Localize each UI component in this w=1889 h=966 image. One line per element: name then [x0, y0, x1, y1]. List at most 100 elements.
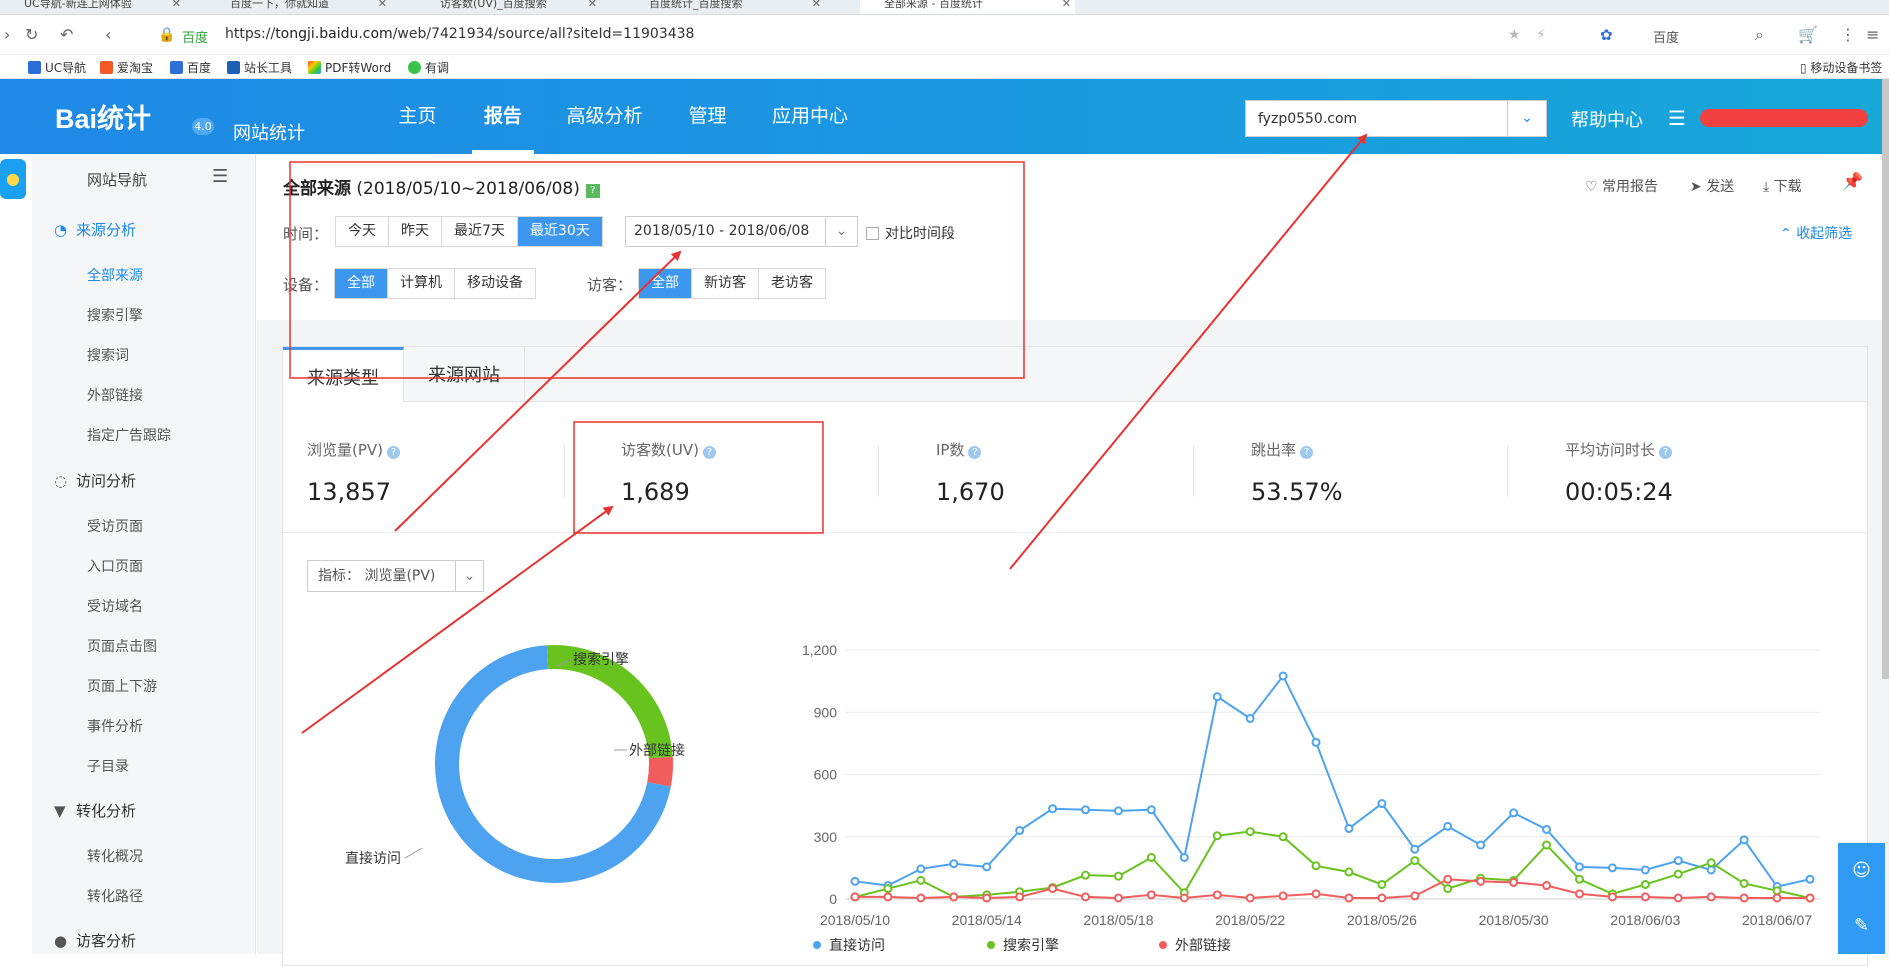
bookmark-mobile[interactable]: ▯ 移动设备书签	[1800, 59, 1882, 76]
close-icon[interactable]: ✕	[1062, 0, 1071, 14]
browser-tab[interactable]: 访客数(UV)_百度搜索 ✕	[416, 0, 601, 14]
data-point	[1278, 671, 1288, 681]
browser-tab-active[interactable]: 全部来源 - 百度统计 ✕	[860, 0, 1075, 14]
data-point	[1542, 881, 1552, 891]
sidebar-item-all-source[interactable]: 全部来源	[87, 265, 143, 285]
sidebar-item-conversion-overview[interactable]: 转化概况	[87, 846, 143, 866]
sidebar-item-search-engine[interactable]: 搜索引擎	[87, 305, 143, 325]
close-icon[interactable]: ✕	[812, 0, 821, 14]
sidebar-collapse-icon[interactable]: ☰	[212, 166, 228, 187]
bulb-icon[interactable]: ●	[0, 159, 26, 199]
section-label: 来源分析	[76, 221, 137, 239]
browser-tab[interactable]: 百度统计_百度搜索 ✕	[625, 0, 825, 14]
cart-icon[interactable]: 🛒	[1798, 25, 1818, 44]
baidu-logo[interactable]: Bai统计	[55, 97, 151, 136]
data-point	[1048, 884, 1058, 894]
site-value: fyzp0550.com	[1258, 111, 1358, 127]
data-point	[1113, 871, 1123, 881]
youdiao-icon	[408, 61, 421, 74]
x-tick-label: 2018/05/14	[952, 912, 1022, 928]
sidebar-item-external-links[interactable]: 外部链接	[87, 385, 143, 405]
data-point	[916, 893, 926, 903]
bookmark-zhanzhang[interactable]: 站长工具	[227, 59, 292, 76]
bookmark-uc[interactable]: UC导航	[28, 59, 86, 76]
data-point	[1113, 893, 1123, 903]
tab-label: UC导航-新连上网体验	[24, 0, 132, 10]
data-point	[1574, 874, 1584, 884]
sidebar-item-clickmap[interactable]: 页面点击图	[87, 636, 157, 656]
chevron-down-icon[interactable]: ⌄	[1507, 101, 1546, 136]
data-point	[1476, 876, 1486, 886]
sidebar-item-conversion-path[interactable]: 转化路径	[87, 886, 143, 906]
data-point	[1607, 892, 1617, 902]
charts-canvas: 搜索引擎外部链接直接访问03006009001,2002018/05/10 201…	[345, 642, 1820, 953]
data-point	[1476, 840, 1486, 850]
undo-icon[interactable]: ↶	[60, 25, 73, 44]
paw-icon[interactable]: ✿	[1600, 26, 1613, 44]
pie-icon: ◔	[54, 221, 68, 239]
nav-home[interactable]: 主页	[385, 79, 450, 154]
star-icon[interactable]: ★	[1508, 27, 1521, 43]
legend-label: 直接访问	[829, 937, 885, 953]
pie-slice	[647, 756, 673, 787]
search-icon[interactable]: ⌕	[1755, 25, 1764, 45]
data-point	[1542, 840, 1552, 850]
data-point	[1410, 891, 1420, 901]
bookmark-youdiao[interactable]: 有调	[408, 59, 449, 76]
bookmark-baidu[interactable]: 百度	[170, 59, 211, 76]
lightning-icon[interactable]: ⚡	[1536, 27, 1546, 43]
sidebar-section-source[interactable]: ◔ 来源分析	[54, 219, 136, 240]
legend-marker	[813, 941, 821, 949]
sidebar-item-events[interactable]: 事件分析	[87, 716, 143, 736]
data-point	[1772, 893, 1782, 903]
list-menu-icon[interactable]: ☰	[1668, 106, 1686, 130]
data-point	[1278, 891, 1288, 901]
nav-app-center[interactable]: 应用中心	[763, 79, 857, 154]
nav-report[interactable]: 报告	[472, 79, 534, 154]
sidebar-item-entry-pages[interactable]: 入口页面	[87, 556, 143, 576]
sidebar-item-domains[interactable]: 受访域名	[87, 596, 143, 616]
close-icon[interactable]: ✕	[172, 0, 181, 14]
sidebar: 网站导航 ☰ ◔ 来源分析 全部来源 搜索引擎 搜索词 外部链接 指定广告跟踪 ◌…	[32, 154, 256, 954]
legend-marker	[987, 941, 995, 949]
data-point	[1640, 892, 1650, 902]
series-line	[855, 878, 1810, 899]
x-tick-label: 2018/05/22	[1215, 912, 1285, 928]
bookmark-label: UC导航	[45, 61, 87, 75]
browser-tab[interactable]: 百度一下，你就知道 ✕	[206, 0, 391, 14]
forward-icon[interactable]: ›	[4, 25, 10, 44]
refresh-icon[interactable]: ↻	[25, 25, 38, 44]
search-engine-label[interactable]: 百度	[1653, 27, 1679, 46]
sidebar-section-visit[interactable]: ◌ 访问分析	[54, 470, 136, 491]
data-point	[1443, 884, 1453, 894]
sidebar-section-conversion[interactable]: ▼ 转化分析	[54, 800, 136, 821]
sidebar-section-visitor[interactable]: ● 访客分析	[54, 930, 136, 951]
nav-advanced[interactable]: 高级分析	[558, 79, 651, 154]
menu-icon[interactable]: ≡	[1866, 25, 1879, 44]
close-icon[interactable]: ✕	[588, 0, 597, 14]
page-scrollbar[interactable]	[1882, 79, 1889, 679]
site-selector[interactable]: fyzp0550.com ⌄	[1245, 100, 1547, 137]
zhanzhang-icon	[227, 61, 240, 74]
edit-icon[interactable]: ✎	[1838, 898, 1885, 953]
close-icon[interactable]: ✕	[378, 0, 387, 14]
back-icon[interactable]: ‹	[105, 25, 111, 44]
more-icon[interactable]: ⋮	[1840, 25, 1856, 44]
sidebar-item-subdirectory[interactable]: 子目录	[87, 756, 129, 776]
data-point	[1015, 892, 1025, 902]
nav-manage[interactable]: 管理	[675, 79, 740, 154]
data-point	[949, 859, 959, 869]
bookmark-pdf[interactable]: PDF转Word	[308, 59, 391, 76]
help-center-link[interactable]: 帮助中心	[1571, 106, 1643, 132]
url-field[interactable]: https://tongji.baidu.com/web/7421934/sou…	[225, 26, 694, 42]
browser-tab[interactable]: UC导航-新连上网体验 ✕	[0, 0, 185, 14]
chat-icon[interactable]: ☺	[1838, 843, 1885, 898]
sidebar-item-search-words[interactable]: 搜索词	[87, 345, 129, 365]
browser-tab-bar: UC导航-新连上网体验 ✕ 百度一下，你就知道 ✕ 访客数(UV)_百度搜索 ✕ 百度…	[0, 0, 1889, 15]
main-content: 全部来源 (2018/05/10~2018/06/08)? ♡ 常用报告 ➤ 发…	[257, 154, 1889, 966]
data-point	[1640, 879, 1650, 889]
sidebar-item-page-flow[interactable]: 页面上下游	[87, 676, 157, 696]
sidebar-item-ad-tracking[interactable]: 指定广告跟踪	[87, 425, 171, 445]
sidebar-item-visited-pages[interactable]: 受访页面	[87, 516, 143, 536]
bookmark-taobao[interactable]: 爱淘宝	[100, 59, 153, 76]
